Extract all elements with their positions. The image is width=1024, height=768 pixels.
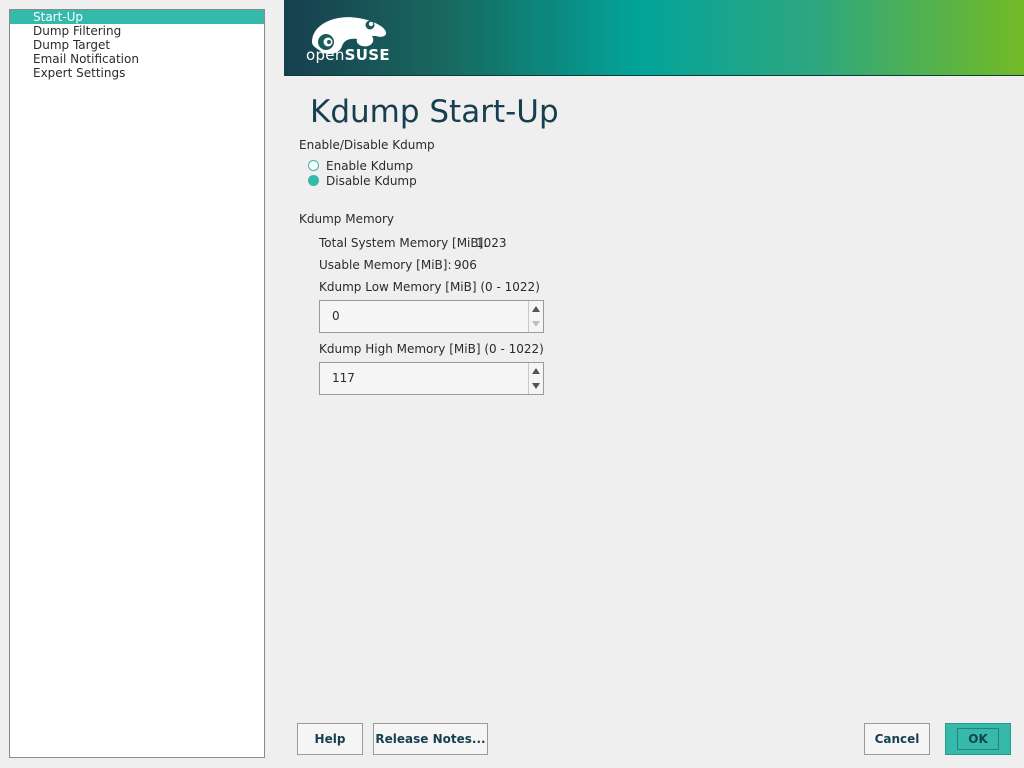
help-button-label: Help [314,732,346,746]
low-memory-spinbox[interactable]: 0 [319,300,544,333]
sidebar-item-start-up[interactable]: Start-Up [10,10,264,24]
memory-group-label: Kdump Memory [299,212,395,226]
high-memory-spinbox[interactable]: 117 [319,362,544,395]
help-button[interactable]: Help [297,723,363,755]
logo-text-open: open [306,46,345,64]
enable-kdump-radio[interactable]: Enable Kdump [308,158,413,173]
high-memory-increment-button[interactable] [529,363,543,379]
usable-memory-label: Usable Memory [MiB]: [319,258,452,272]
low-memory-input[interactable]: 0 [320,301,528,332]
release-notes-button-label: Release Notes... [375,732,486,746]
usable-memory-value: 906 [454,258,477,272]
sidebar-tree: Start-Up Dump Filtering Dump Target Emai… [9,9,265,758]
opensuse-logo-text: openSUSE [306,46,390,64]
low-memory-decrement-button[interactable] [529,317,543,333]
ok-button-label: OK [957,728,999,750]
disable-kdump-label: Disable Kdump [326,173,417,188]
ok-button[interactable]: OK [945,723,1011,755]
page-title: Kdump Start-Up [310,94,559,130]
cancel-button[interactable]: Cancel [864,723,930,755]
total-memory-value: 1023 [476,236,507,250]
header-banner: openSUSE [284,0,1024,76]
high-memory-decrement-button[interactable] [529,379,543,395]
radio-checked-icon [308,175,319,186]
low-memory-stepper [528,301,543,332]
low-memory-increment-button[interactable] [529,301,543,317]
high-memory-label: Kdump High Memory [MiB] (0 - 1022) [319,342,544,356]
sidebar-item-dump-filtering[interactable]: Dump Filtering [10,24,264,38]
low-memory-label: Kdump Low Memory [MiB] (0 - 1022) [319,280,540,294]
radio-unchecked-icon [308,160,319,171]
high-memory-input[interactable]: 117 [320,363,528,394]
logo-text-suse: SUSE [344,46,390,64]
arrow-up-icon [532,305,540,312]
cancel-button-label: Cancel [874,732,920,746]
release-notes-button[interactable]: Release Notes... [373,723,488,755]
arrow-down-icon [532,383,540,390]
arrow-down-icon [532,321,540,328]
total-memory-label: Total System Memory [MiB]: [319,236,488,250]
arrow-up-icon [532,367,540,374]
sidebar-item-expert-settings[interactable]: Expert Settings [10,66,264,80]
enable-group-label: Enable/Disable Kdump [299,138,435,152]
enable-kdump-label: Enable Kdump [326,158,414,173]
disable-kdump-radio[interactable]: Disable Kdump [308,173,417,188]
sidebar-item-dump-target[interactable]: Dump Target [10,38,264,52]
high-memory-stepper [528,363,543,394]
sidebar-item-email-notification[interactable]: Email Notification [10,52,264,66]
